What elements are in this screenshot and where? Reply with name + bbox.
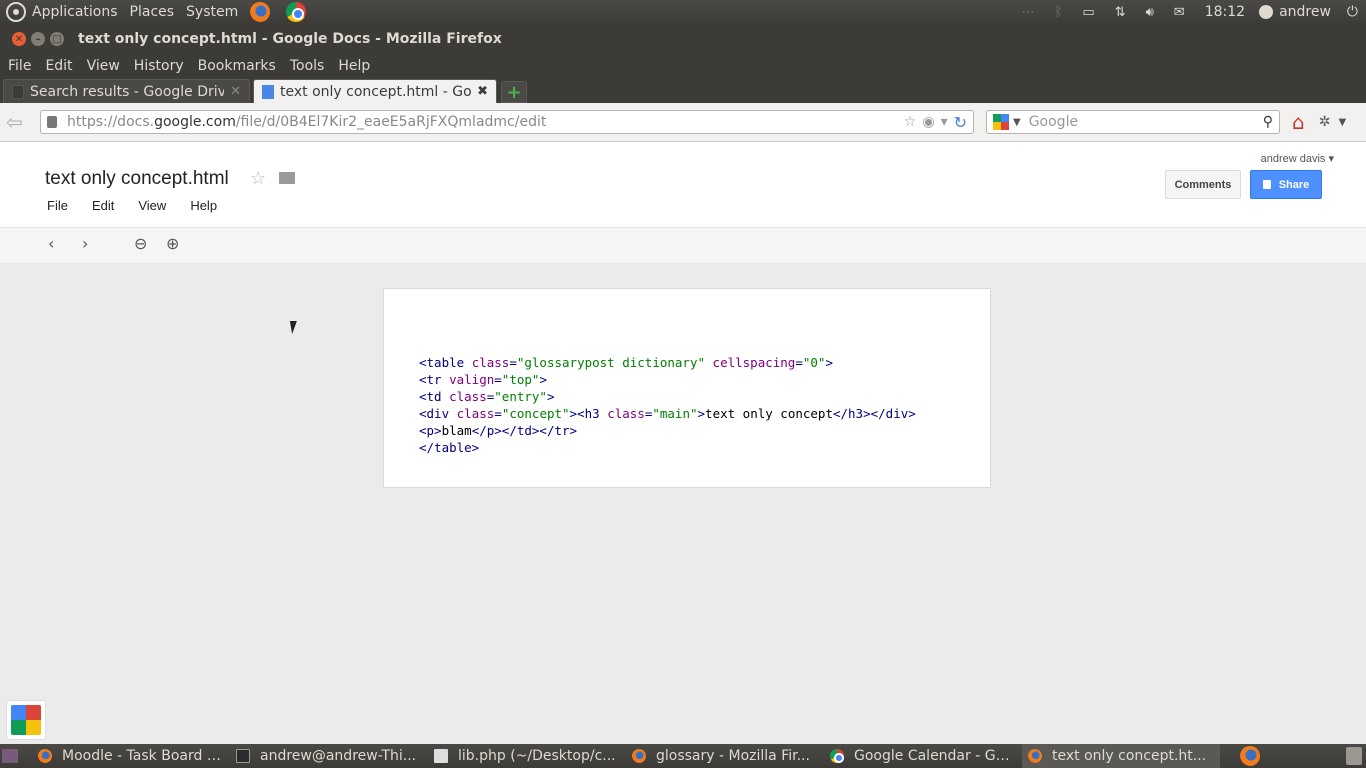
navigation-bar: ⇦ https://docs.google.com/file/d/0B4El7K… — [0, 103, 1366, 142]
docs-menu-view[interactable]: View — [138, 198, 166, 213]
home-icon[interactable]: ⌂ — [1292, 110, 1305, 134]
menu-file[interactable]: File — [8, 58, 31, 74]
tab-close-icon[interactable]: ✕ — [230, 84, 241, 99]
previous-page-icon[interactable]: ‹ — [48, 234, 54, 253]
engine-dropdown-icon[interactable]: ▼ — [1013, 117, 1021, 128]
docs-menu-help[interactable]: Help — [190, 198, 217, 213]
menu-tools[interactable]: Tools — [290, 58, 325, 74]
show-desktop-icon[interactable] — [2, 749, 18, 763]
taskbar-item[interactable]: Google Calendar - Go... — [824, 744, 1022, 768]
code-preview: <table class="glossarypost dictionary" c… — [419, 355, 916, 455]
share-button[interactable]: Share — [1250, 170, 1322, 199]
share-label: Share — [1278, 178, 1310, 191]
window-maximize-button[interactable]: □ — [50, 32, 64, 46]
volume-icon[interactable]: 🔊︎ — [1146, 5, 1154, 20]
search-bar[interactable]: ▼ Google ⚲ — [986, 110, 1280, 134]
window-close-button[interactable]: ✕ — [12, 32, 26, 46]
taskbar-item[interactable]: lib.php (~/Desktop/c... — [428, 744, 626, 768]
search-input[interactable]: Google — [1029, 114, 1263, 130]
docs-menu-edit[interactable]: Edit — [92, 198, 114, 213]
addon-icon[interactable]: ✲ — [1319, 114, 1331, 130]
power-icon[interactable]: ⏻ — [1347, 4, 1358, 20]
taskbar-item-active[interactable]: text only concept.ht... — [1022, 744, 1220, 768]
user-menu[interactable]: andrew — [1259, 4, 1331, 20]
window-titlebar[interactable]: ✕ – □ text only concept.html - Google Do… — [0, 24, 1366, 54]
user-name: andrew — [1279, 4, 1331, 20]
chrome-icon — [830, 749, 844, 763]
applications-menu[interactable]: Applications — [32, 4, 118, 20]
clock[interactable]: 18:12 — [1205, 4, 1245, 20]
bottom-taskbar: Moodle - Task Board -... andrew@andrew-T… — [0, 744, 1366, 768]
history-dropdown-icon[interactable]: ▾ — [941, 114, 948, 130]
drive-favicon-icon — [12, 84, 24, 99]
reload-icon[interactable]: ↻ — [954, 113, 967, 132]
menu-view[interactable]: View — [87, 58, 120, 74]
zoom-in-icon[interactable]: ⊕ — [166, 234, 179, 253]
firefox-launcher-icon[interactable] — [250, 2, 271, 22]
terminal-icon — [236, 749, 250, 763]
firefox-icon — [1028, 749, 1042, 763]
document-title[interactable]: text only concept.html — [45, 168, 229, 190]
tab-close-icon[interactable]: ✖ — [477, 84, 488, 99]
mouse-pointer-icon — [289, 321, 300, 334]
network-icon[interactable]: ⇅ — [1115, 5, 1126, 20]
mail-icon[interactable]: ✉ — [1174, 5, 1185, 20]
bookmark-star-icon[interactable]: ☆ — [904, 114, 917, 130]
search-icon[interactable]: ⚲ — [1263, 114, 1273, 130]
address-bar[interactable]: https://docs.google.com/file/d/0B4El7Kir… — [40, 110, 974, 134]
lock-icon — [1262, 180, 1271, 189]
places-menu[interactable]: Places — [130, 4, 175, 20]
new-tab-button[interactable]: + — [501, 81, 527, 103]
menu-help[interactable]: Help — [338, 58, 370, 74]
firefox-menubar: File Edit View History Bookmarks Tools H… — [0, 54, 1366, 78]
folder-icon[interactable] — [279, 172, 295, 184]
site-identity-lock-icon[interactable] — [47, 116, 57, 128]
firefox-tray-icon[interactable] — [1240, 746, 1260, 766]
battery-icon[interactable]: ▭ — [1082, 5, 1094, 20]
toolbar-overflow-icon[interactable]: ▼ — [1338, 117, 1346, 128]
zoom-out-icon[interactable]: ⊖ — [134, 234, 147, 253]
window-title: text only concept.html - Google Docs - M… — [78, 31, 502, 47]
docs-favicon-icon — [262, 84, 274, 99]
tab-label: text only concept.html - Go... — [280, 83, 472, 100]
chrome-app-launcher-icon[interactable] — [6, 700, 46, 740]
system-menu[interactable]: System — [186, 4, 238, 20]
top-panel: Applications Places System ⋯ ᛒ ▭ ⇅ 🔊︎ ✉ … — [0, 0, 1366, 24]
window-minimize-button[interactable]: – — [31, 32, 45, 46]
next-page-icon[interactable]: › — [82, 234, 88, 253]
ubuntu-logo-icon[interactable] — [6, 2, 26, 22]
taskbar-item[interactable]: andrew@andrew-Thi... — [230, 744, 428, 768]
google-engine-icon[interactable] — [993, 114, 1009, 130]
reddit-addon-icon[interactable]: ◉ — [922, 114, 934, 130]
comments-button[interactable]: Comments — [1165, 170, 1241, 199]
firefox-icon — [632, 749, 646, 763]
tab-google-drive[interactable]: Search results - Google Drive ✕ — [3, 79, 250, 103]
document-page: <table class="glossarypost dictionary" c… — [383, 288, 991, 488]
star-icon[interactable]: ☆ — [250, 168, 266, 189]
menu-edit[interactable]: Edit — [45, 58, 72, 74]
app-cube-icon — [11, 705, 41, 735]
url-text[interactable]: https://docs.google.com/file/d/0B4El7Kir… — [67, 114, 898, 130]
user-status-icon — [1259, 5, 1274, 19]
chrome-launcher-icon[interactable] — [286, 2, 307, 22]
docs-menu-file[interactable]: File — [47, 198, 68, 213]
keyboard-indicator-icon[interactable]: ⋯ — [1022, 5, 1035, 20]
tab-label: Search results - Google Drive — [30, 83, 225, 100]
firefox-icon — [38, 749, 52, 763]
account-menu[interactable]: andrew davis ▾ — [1261, 152, 1334, 165]
docs-header: text only concept.html ☆ File Edit View … — [0, 142, 1366, 228]
docs-menubar: File Edit View Help — [47, 198, 241, 213]
tab-strip: Search results - Google Drive ✕ text onl… — [0, 78, 1366, 103]
menu-bookmarks[interactable]: Bookmarks — [198, 58, 276, 74]
taskbar-item[interactable]: glossary - Mozilla Fir... — [626, 744, 824, 768]
bluetooth-icon[interactable]: ᛒ — [1055, 5, 1063, 20]
docs-toolbar: ‹ › ⊖ ⊕ — [0, 228, 1366, 264]
menu-history[interactable]: History — [134, 58, 184, 74]
text-editor-icon — [434, 749, 448, 763]
back-arrow-icon[interactable]: ⇦ — [6, 110, 32, 134]
tab-docs[interactable]: text only concept.html - Go... ✖ — [253, 79, 497, 103]
taskbar-item[interactable]: Moodle - Task Board -... — [32, 744, 230, 768]
trash-icon[interactable] — [1346, 747, 1362, 765]
